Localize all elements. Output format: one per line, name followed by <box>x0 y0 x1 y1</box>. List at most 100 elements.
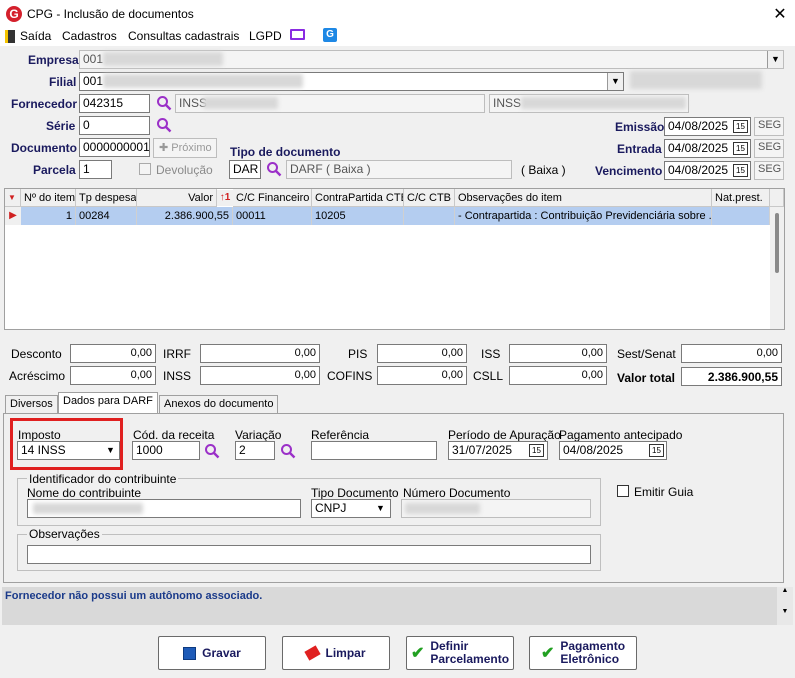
items-grid[interactable]: ▼ Nº do item Tp despesa Valor ↑1 C/C Fin… <box>4 188 785 330</box>
proximo-button[interactable]: ✚ Próximo <box>153 138 217 158</box>
acrescimo-input[interactable]: 0,00 <box>70 366 156 385</box>
periodo-calendar-icon[interactable]: 15 <box>529 444 544 457</box>
empresa-dropdown-icon[interactable]: ▼ <box>767 51 783 68</box>
valor-total-label: Valor total <box>617 371 676 385</box>
grid-header-tp-despesa[interactable]: Tp despesa <box>76 189 137 207</box>
tipo-documento-search-icon[interactable] <box>266 161 282 177</box>
csll-input[interactable]: 0,00 <box>509 366 607 385</box>
nome-contribuinte-redacted <box>33 503 143 514</box>
tipo-documento-code-input[interactable]: DAR <box>229 160 261 179</box>
scroll-down-icon[interactable]: ▼ <box>777 608 793 615</box>
menu-consultas-cadastrais[interactable]: Consultas cadastrais <box>128 29 239 43</box>
serie-label: Série <box>46 119 76 133</box>
serie-search-icon[interactable] <box>156 117 172 133</box>
emitir-guia-checkbox[interactable] <box>617 485 629 497</box>
pis-label: PIS <box>348 347 368 361</box>
grid-header-item[interactable]: Nº do item <box>21 189 76 207</box>
pagamento-eletronico-button[interactable]: ✔ Pagamento Eletrônico <box>529 636 637 670</box>
gravar-button[interactable]: Gravar <box>158 636 266 670</box>
table-cell-nat-prest[interactable] <box>712 207 770 225</box>
menu-cadastros[interactable]: Cadastros <box>62 29 117 43</box>
limpar-label: Limpar <box>325 646 366 660</box>
inss-label: INSS <box>163 369 192 383</box>
fornecedor-search-icon[interactable] <box>156 95 172 111</box>
fornecedor-label: Fornecedor <box>11 97 78 111</box>
grid-header-cc-financeiro[interactable]: C/C Financeiro <box>233 189 312 207</box>
tipo-documento-darf-label: Tipo Documento <box>311 486 399 500</box>
tab-anexos-documento[interactable]: Anexos do documento <box>159 395 279 414</box>
inss-input[interactable]: 0,00 <box>200 366 320 385</box>
numero-documento-redacted <box>405 503 480 514</box>
irrf-input[interactable]: 0,00 <box>200 344 320 363</box>
devolucao-checkbox[interactable] <box>139 163 151 175</box>
vencimento-label: Vencimento <box>595 164 663 178</box>
table-cell-item[interactable]: 1 <box>21 207 76 225</box>
grid-header-observacoes[interactable]: Observações do item <box>455 189 712 207</box>
tipo-documento-desc-field: DARF ( Baixa ) <box>286 160 512 179</box>
menu-saida[interactable]: Saída <box>20 29 51 43</box>
desconto-input[interactable]: 0,00 <box>70 344 156 363</box>
iss-input[interactable]: 0,00 <box>509 344 607 363</box>
table-cell-cc-financeiro[interactable]: 00011 <box>233 207 312 225</box>
g-app-icon[interactable]: G <box>323 28 337 42</box>
monitor-icon[interactable] <box>290 29 305 40</box>
scroll-up-icon[interactable]: ▲ <box>777 587 793 594</box>
eraser-icon <box>304 645 322 661</box>
observacoes-input[interactable] <box>27 545 591 564</box>
sort-arrow-icon: ↑1 <box>217 190 233 206</box>
sest-senat-label: Sest/Senat <box>617 347 676 361</box>
grid-header-valor[interactable]: Valor <box>137 189 217 207</box>
emissao-calendar-icon[interactable]: 15 <box>733 120 748 133</box>
pagamento-calendar-icon[interactable]: 15 <box>649 444 664 457</box>
emissao-label: Emissão <box>615 120 665 134</box>
plus-icon: ✚ <box>159 142 172 154</box>
grid-vertical-scrollbar[interactable] <box>770 207 784 329</box>
sest-senat-input[interactable]: 0,00 <box>681 344 782 363</box>
tab-diversos[interactable]: Diversos <box>5 395 58 414</box>
documento-label: Documento <box>11 141 77 155</box>
close-icon[interactable]: ✕ <box>772 4 788 24</box>
pagamento-label-2: Eletrônico <box>560 652 620 666</box>
tipo-documento-baixa-text: ( Baixa ) <box>521 163 566 177</box>
entrada-calendar-icon[interactable]: 15 <box>733 142 748 155</box>
cod-receita-search-icon[interactable] <box>204 443 220 459</box>
window-title: CPG - Inclusão de documentos <box>27 7 194 21</box>
table-cell-contrapartida[interactable]: 10205 <box>312 207 404 225</box>
grid-header-contrapartida[interactable]: ContraPartida CTB <box>312 189 404 207</box>
cofins-input[interactable]: 0,00 <box>377 366 467 385</box>
table-cell-cc-ctb[interactable] <box>404 207 455 225</box>
variacao-input[interactable]: 2 <box>235 441 275 460</box>
grid-header-cc-ctb[interactable]: C/C CTB <box>404 189 455 207</box>
table-cell-tp-despesa[interactable]: 00284 <box>76 207 137 225</box>
vencimento-weekday: SEG <box>754 161 784 180</box>
table-cell-valor[interactable]: 2.386.900,55 <box>137 207 233 225</box>
menu-lgpd[interactable]: LGPD <box>249 29 282 43</box>
grid-header-nat-prest[interactable]: Nat.prest. <box>712 189 770 207</box>
serie-input[interactable]: 0 <box>79 116 150 135</box>
tipo-documento-darf-dropdown-icon[interactable]: ▼ <box>373 501 388 516</box>
numero-documento-label: Número Documento <box>403 486 511 500</box>
grid-scroll-thumb[interactable] <box>775 213 779 273</box>
definir-parcelamento-button[interactable]: ✔ Definir Parcelamento <box>406 636 514 670</box>
cofins-label: COFINS <box>327 369 373 383</box>
filial-dropdown-icon[interactable]: ▼ <box>607 73 623 90</box>
exit-door-icon[interactable] <box>5 30 15 43</box>
observacoes-label: Observações <box>27 527 102 541</box>
nome-contribuinte-label: Nome do contribuinte <box>27 486 142 500</box>
tab-dados-para-darf[interactable]: Dados para DARF <box>58 392 158 414</box>
acrescimo-label: Acréscimo <box>9 369 66 383</box>
vencimento-calendar-icon[interactable]: 15 <box>733 164 748 177</box>
parcela-input[interactable]: 1 <box>79 160 112 179</box>
empresa-name-redacted <box>103 52 223 66</box>
referencia-input[interactable] <box>311 441 437 460</box>
pis-input[interactable]: 0,00 <box>377 344 467 363</box>
cod-receita-input[interactable]: 1000 <box>132 441 200 460</box>
filial-cnpj-redacted <box>630 71 762 89</box>
limpar-button[interactable]: Limpar <box>282 636 390 670</box>
grid-header-filler <box>770 189 784 207</box>
table-cell-observacoes[interactable]: - Contrapartida : Contribuição Previdenc… <box>455 207 712 225</box>
documento-input[interactable]: 0000000001 <box>79 138 150 157</box>
fornecedor-code-input[interactable]: 042315 <box>79 94 150 113</box>
status-scrollbar[interactable]: ▲ ▼ <box>777 587 793 625</box>
variacao-search-icon[interactable] <box>280 443 296 459</box>
